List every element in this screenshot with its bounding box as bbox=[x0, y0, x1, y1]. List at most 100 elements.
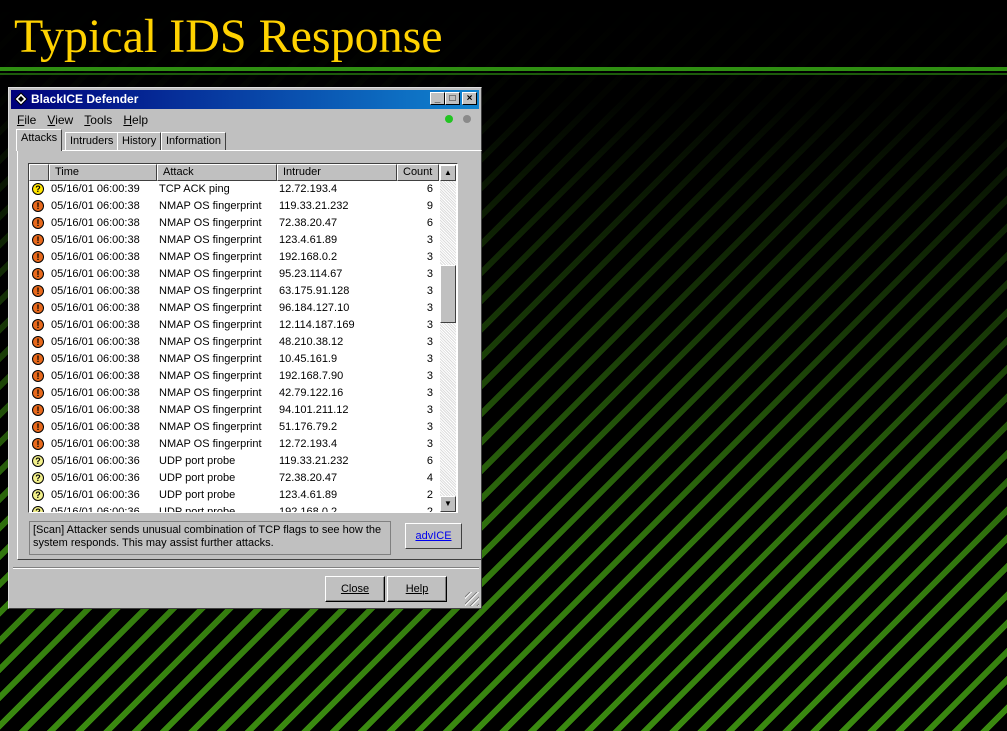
severity-warning-icon: ? bbox=[32, 489, 44, 501]
help-button[interactable]: Help bbox=[387, 576, 447, 602]
table-row[interactable]: ? 05/16/01 06:00:36 UDP port probe 119.33.2… bbox=[29, 453, 441, 470]
severity-critical-icon: ! bbox=[32, 251, 44, 263]
severity-critical-icon: ! bbox=[32, 353, 44, 365]
cell-attack: UDP port probe bbox=[159, 472, 236, 484]
vertical-scrollbar[interactable]: ▲ ▼ bbox=[440, 165, 456, 512]
cell-time: 05/16/01 06:00:38 bbox=[51, 302, 140, 314]
table-row[interactable]: ! 05/16/01 06:00:38 NMAP OS fingerprint 123… bbox=[29, 232, 441, 249]
resize-grip[interactable] bbox=[465, 592, 479, 606]
cell-attack: NMAP OS fingerprint bbox=[159, 421, 262, 433]
cell-time: 05/16/01 06:00:36 bbox=[51, 472, 140, 484]
cell-attack: UDP port probe bbox=[159, 489, 236, 501]
menu-view[interactable]: View bbox=[47, 112, 73, 128]
maximize-button[interactable]: □ bbox=[445, 92, 460, 105]
cell-attack: NMAP OS fingerprint bbox=[159, 370, 262, 382]
tab-information[interactable]: Information bbox=[161, 132, 227, 150]
severity-critical-icon: ! bbox=[32, 234, 44, 246]
column-header-time[interactable]: Time bbox=[49, 164, 157, 181]
cell-intruder: 94.101.211.12 bbox=[279, 404, 349, 416]
severity-critical-icon: ! bbox=[32, 370, 44, 382]
cell-intruder: 42.79.122.16 bbox=[279, 387, 344, 399]
cell-attack: NMAP OS fingerprint bbox=[159, 387, 262, 399]
cell-count: 6 bbox=[426, 217, 433, 229]
column-header-severity[interactable] bbox=[29, 164, 49, 181]
status-light-green-icon bbox=[445, 115, 453, 123]
table-row[interactable]: ! 05/16/01 06:00:38 NMAP OS fingerprint 95.… bbox=[29, 266, 441, 283]
title-rule bbox=[0, 67, 1007, 71]
cell-time: 05/16/01 06:00:38 bbox=[51, 319, 140, 331]
column-header-intruder[interactable]: Intruder bbox=[277, 164, 397, 181]
tab-history[interactable]: History bbox=[117, 132, 162, 150]
cell-intruder: 51.176.79.2 bbox=[279, 421, 338, 433]
cell-time: 05/16/01 06:00:38 bbox=[51, 387, 140, 399]
table-row[interactable]: ! 05/16/01 06:00:38 NMAP OS fingerprint 48.… bbox=[29, 334, 441, 351]
cell-attack: UDP port probe bbox=[159, 455, 236, 467]
table-row[interactable]: ! 05/16/01 06:00:38 NMAP OS fingerprint 10.… bbox=[29, 351, 441, 368]
table-row[interactable]: ! 05/16/01 06:00:38 NMAP OS fingerprint 12.… bbox=[29, 317, 441, 334]
table-row[interactable]: ! 05/16/01 06:00:38 NMAP OS fingerprint 96.… bbox=[29, 300, 441, 317]
cell-time: 05/16/01 06:00:38 bbox=[51, 438, 140, 450]
blackice-window: BlackICE Defender _ □ × File View Tools … bbox=[8, 87, 482, 609]
table-row[interactable]: ! 05/16/01 06:00:38 NMAP OS fingerprint 192… bbox=[29, 368, 441, 385]
cell-intruder: 95.23.114.67 bbox=[279, 268, 343, 280]
cell-count: 3 bbox=[426, 370, 433, 382]
menu-tools[interactable]: Tools bbox=[84, 112, 112, 128]
severity-critical-icon: ! bbox=[32, 302, 44, 314]
cell-count: 3 bbox=[426, 438, 433, 450]
attacks-list[interactable]: Time Attack Intruder Count ? 05/16/01 06:… bbox=[28, 163, 458, 513]
menu-help[interactable]: Help bbox=[123, 112, 148, 128]
cell-count: 2 bbox=[426, 506, 433, 513]
severity-critical-icon: ! bbox=[32, 285, 44, 297]
tab-attacks[interactable]: Attacks bbox=[16, 129, 63, 151]
table-row[interactable]: ! 05/16/01 06:00:38 NMAP OS fingerprint 12.… bbox=[29, 436, 441, 453]
cell-attack: NMAP OS fingerprint bbox=[159, 336, 262, 348]
cell-attack: NMAP OS fingerprint bbox=[159, 251, 262, 263]
cell-intruder: 72.38.20.47 bbox=[279, 217, 338, 229]
table-row[interactable]: ! 05/16/01 06:00:38 NMAP OS fingerprint 63.… bbox=[29, 283, 441, 300]
table-row[interactable]: ! 05/16/01 06:00:38 NMAP OS fingerprint 94.… bbox=[29, 402, 441, 419]
cell-time: 05/16/01 06:00:38 bbox=[51, 336, 140, 348]
table-row[interactable]: ! 05/16/01 06:00:38 NMAP OS fingerprint 72.… bbox=[29, 215, 441, 232]
cell-count: 3 bbox=[426, 285, 433, 297]
table-row[interactable]: ? 05/16/01 06:00:36 UDP port probe 192.168.… bbox=[29, 504, 441, 513]
table-row[interactable]: ? 05/16/01 06:00:36 UDP port probe 123.4.61… bbox=[29, 487, 441, 504]
cell-count: 3 bbox=[426, 336, 433, 348]
severity-critical-icon: ! bbox=[32, 217, 44, 229]
cell-intruder: 63.175.91.128 bbox=[279, 285, 350, 297]
cell-count: 3 bbox=[426, 302, 433, 314]
table-row[interactable]: ? 05/16/01 06:00:36 UDP port probe 72.38.20… bbox=[29, 470, 441, 487]
column-header-attack[interactable]: Attack bbox=[157, 164, 277, 181]
close-button[interactable]: Close bbox=[325, 576, 385, 602]
window-title: BlackICE Defender bbox=[31, 92, 139, 106]
severity-warning-icon: ? bbox=[32, 506, 44, 512]
table-row[interactable]: ! 05/16/01 06:00:38 NMAP OS fingerprint 42.… bbox=[29, 385, 441, 402]
advice-link-button[interactable]: advICE bbox=[405, 523, 462, 549]
scroll-up-arrow-icon[interactable]: ▲ bbox=[440, 165, 456, 181]
table-row[interactable]: ! 05/16/01 06:00:38 NMAP OS fingerprint 51.… bbox=[29, 419, 441, 436]
cell-intruder: 119.33.21.232 bbox=[279, 200, 349, 212]
cell-attack: TCP ACK ping bbox=[159, 183, 230, 195]
tab-intruders[interactable]: Intruders bbox=[65, 132, 119, 150]
window-titlebar[interactable]: BlackICE Defender _ □ × bbox=[11, 90, 479, 109]
menu-bar: File View Tools Help bbox=[17, 112, 156, 128]
minimize-button[interactable]: _ bbox=[430, 92, 445, 105]
severity-critical-icon: ! bbox=[32, 404, 44, 416]
cell-count: 3 bbox=[426, 234, 433, 246]
scroll-thumb[interactable] bbox=[440, 265, 456, 323]
attack-rows: ? 05/16/01 06:00:39 TCP ACK ping 12.72.193.… bbox=[29, 181, 441, 513]
cell-time: 05/16/01 06:00:38 bbox=[51, 268, 140, 280]
cell-time: 05/16/01 06:00:38 bbox=[51, 285, 140, 297]
close-window-button[interactable]: × bbox=[462, 92, 477, 105]
cell-count: 9 bbox=[426, 200, 433, 212]
cell-time: 05/16/01 06:00:38 bbox=[51, 370, 140, 382]
scroll-down-arrow-icon[interactable]: ▼ bbox=[440, 496, 456, 512]
table-row[interactable]: ! 05/16/01 06:00:38 NMAP OS fingerprint 119… bbox=[29, 198, 441, 215]
column-header-count[interactable]: Count bbox=[397, 164, 439, 181]
menu-file[interactable]: File bbox=[17, 112, 36, 128]
cell-count: 3 bbox=[426, 421, 433, 433]
cell-attack: NMAP OS fingerprint bbox=[159, 200, 262, 212]
table-row[interactable]: ! 05/16/01 06:00:38 NMAP OS fingerprint 192… bbox=[29, 249, 441, 266]
cell-count: 2 bbox=[426, 489, 433, 501]
severity-critical-icon: ! bbox=[32, 387, 44, 399]
table-row[interactable]: ? 05/16/01 06:00:39 TCP ACK ping 12.72.193.… bbox=[29, 181, 441, 198]
